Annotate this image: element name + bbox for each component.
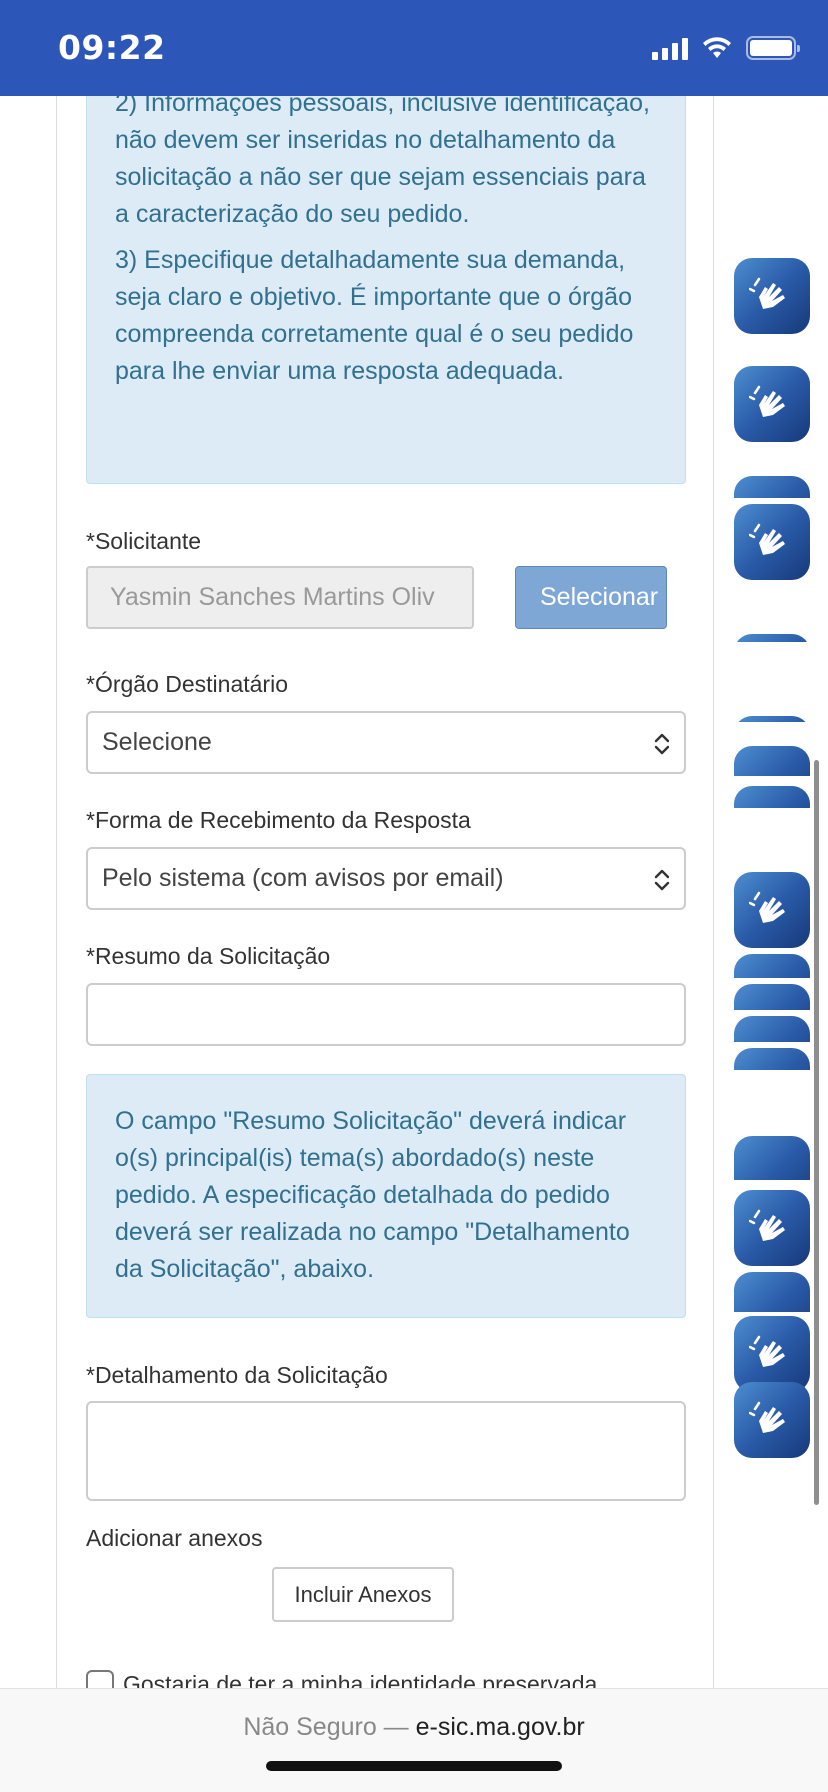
vlibras-button[interactable] bbox=[734, 366, 810, 442]
vlibras-button[interactable] bbox=[734, 1316, 810, 1392]
vlibras-render-slice bbox=[734, 746, 810, 776]
sign-language-hands-icon bbox=[749, 1401, 785, 1433]
sign-language-hands-icon bbox=[749, 277, 785, 309]
forma-select[interactable]: Pelo sistema (com avisos por email) bbox=[86, 847, 686, 910]
identidade-checkbox[interactable] bbox=[86, 1670, 114, 1688]
page-scrollbar[interactable] bbox=[814, 760, 819, 1505]
vlibras-render-slice bbox=[734, 634, 810, 642]
status-bar: 09:22 bbox=[0, 0, 828, 96]
sign-language-hands-icon bbox=[749, 385, 785, 417]
vlibras-button[interactable] bbox=[734, 258, 810, 334]
vlibras-render-slice bbox=[734, 476, 810, 498]
orgao-selected-value: Selecione bbox=[102, 728, 212, 756]
resumo-notice-text: O campo "Resumo Solicitação" deverá indi… bbox=[115, 1107, 630, 1283]
forma-label: *Forma de Recebimento da Resposta bbox=[86, 807, 471, 833]
instructions-notice: 2) Informações pessoais, inclusive ident… bbox=[86, 96, 686, 484]
incluir-anexos-button[interactable]: Incluir Anexos bbox=[272, 1567, 454, 1622]
select-arrows-icon bbox=[654, 869, 670, 891]
identidade-label: Gostaria de ter a minha identidade prese… bbox=[123, 1670, 598, 1689]
vlibras-render-slice bbox=[734, 1048, 810, 1070]
forma-selected-value: Pelo sistema (com avisos por email) bbox=[102, 864, 504, 892]
url-domain: e-sic.ma.gov.br bbox=[415, 1713, 585, 1741]
vlibras-render-slice bbox=[734, 716, 810, 722]
status-icons bbox=[652, 36, 800, 60]
vlibras-render-slice bbox=[734, 786, 810, 808]
vlibras-button[interactable] bbox=[734, 504, 810, 580]
notice-item-3: 3) Especifique detalhadamente sua demand… bbox=[115, 246, 634, 385]
selecionar-button[interactable]: Selecionar bbox=[515, 566, 667, 629]
browser-url-bar[interactable]: Não Seguro — e-sic.ma.gov.br bbox=[0, 1688, 828, 1792]
sign-language-hands-icon bbox=[749, 523, 785, 555]
sign-language-hands-icon bbox=[749, 1335, 785, 1367]
resumo-label: *Resumo da Solicitação bbox=[86, 943, 331, 969]
solicitante-input[interactable]: Yasmin Sanches Martins Oliv bbox=[86, 566, 474, 629]
vlibras-render-slice bbox=[734, 1136, 810, 1180]
status-time: 09:22 bbox=[58, 28, 166, 67]
vlibras-button[interactable] bbox=[734, 1382, 810, 1458]
not-secure-label: Não Seguro — bbox=[243, 1713, 409, 1741]
home-indicator[interactable] bbox=[266, 1761, 562, 1771]
vlibras-render-slice bbox=[734, 1272, 810, 1312]
vlibras-render-slice bbox=[734, 954, 810, 978]
signal-icon bbox=[652, 36, 688, 60]
resumo-notice: O campo "Resumo Solicitação" deverá indi… bbox=[86, 1074, 686, 1318]
orgao-select[interactable]: Selecione bbox=[86, 711, 686, 774]
form-page: 2) Informações pessoais, inclusive ident… bbox=[56, 96, 714, 1688]
detalhamento-textarea[interactable] bbox=[86, 1401, 686, 1501]
solicitante-label: *Solicitante bbox=[86, 528, 202, 554]
sign-language-hands-icon bbox=[749, 891, 785, 923]
vlibras-button[interactable] bbox=[734, 1190, 810, 1266]
anexos-label: Adicionar anexos bbox=[86, 1525, 263, 1551]
sign-language-hands-icon bbox=[749, 1209, 785, 1241]
vlibras-button[interactable] bbox=[734, 872, 810, 948]
vlibras-column bbox=[714, 96, 828, 1688]
select-arrows-icon bbox=[654, 733, 670, 755]
orgao-label: *Órgão Destinatário bbox=[86, 671, 288, 697]
identidade-preservada-row[interactable]: Gostaria de ter a minha identidade prese… bbox=[86, 1670, 597, 1688]
battery-icon bbox=[746, 36, 800, 60]
url-text[interactable]: Não Seguro — e-sic.ma.gov.br bbox=[0, 1713, 828, 1742]
vlibras-render-slice bbox=[734, 984, 810, 1010]
detalhamento-label: *Detalhamento da Solicitação bbox=[86, 1362, 388, 1388]
wifi-icon bbox=[703, 37, 731, 58]
resumo-input[interactable] bbox=[86, 983, 686, 1046]
notice-item-2: 2) Informações pessoais, inclusive ident… bbox=[115, 96, 650, 228]
vlibras-render-slice bbox=[734, 1016, 810, 1042]
